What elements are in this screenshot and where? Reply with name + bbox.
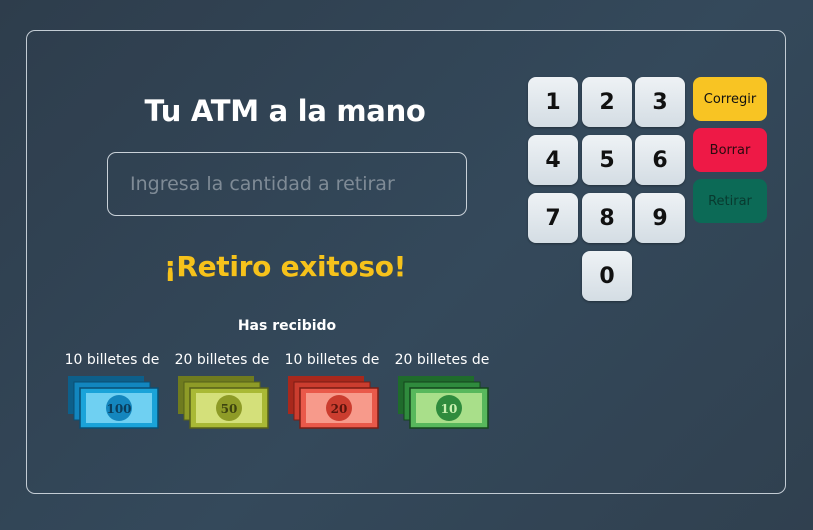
bill-group-50: 20 billetes de 50 [170, 352, 280, 430]
bill-caption: 10 billetes de [64, 352, 160, 368]
keypad-key-1[interactable]: 1 [528, 77, 578, 127]
bill-stack-10-icon: 10 [398, 376, 489, 429]
keypad-key-7[interactable]: 7 [528, 193, 578, 243]
keypad-key-2[interactable]: 2 [582, 77, 632, 127]
clear-button[interactable]: Borrar [693, 128, 767, 172]
bill-stack-50-icon: 50 [178, 376, 269, 429]
keypad-key-6[interactable]: 6 [635, 135, 685, 185]
bill-stack-100-icon: 100 [68, 376, 159, 429]
bill-denomination: 100 [106, 402, 131, 416]
page-title: Tu ATM a la mano [144, 94, 426, 128]
keypad-key-0[interactable]: 0 [582, 251, 632, 301]
bill-group-100: 10 billetes de 100 [60, 352, 170, 430]
keypad-key-3[interactable]: 3 [635, 77, 685, 127]
keypad-key-9[interactable]: 9 [635, 193, 685, 243]
withdraw-button[interactable]: Retirar [693, 179, 767, 223]
keypad-key-5[interactable]: 5 [582, 135, 632, 185]
bill-group-20: 10 billetes de 20 [280, 352, 390, 430]
bill-denomination: 50 [221, 402, 238, 416]
bill-denomination: 20 [331, 402, 348, 416]
success-message: ¡Retiro exitoso! [163, 250, 407, 283]
keypad-key-8[interactable]: 8 [582, 193, 632, 243]
bill-caption: 10 billetes de [284, 352, 380, 368]
bill-caption: 20 billetes de [174, 352, 270, 368]
amount-input[interactable] [107, 152, 467, 216]
keypad-key-4[interactable]: 4 [528, 135, 578, 185]
bill-caption: 20 billetes de [394, 352, 490, 368]
correct-button[interactable]: Corregir [693, 77, 767, 121]
bill-stack-20-icon: 20 [288, 376, 379, 429]
bill-denomination: 10 [441, 402, 458, 416]
bill-group-10: 20 billetes de 10 [390, 352, 500, 430]
received-label: Has recibido [237, 318, 337, 334]
